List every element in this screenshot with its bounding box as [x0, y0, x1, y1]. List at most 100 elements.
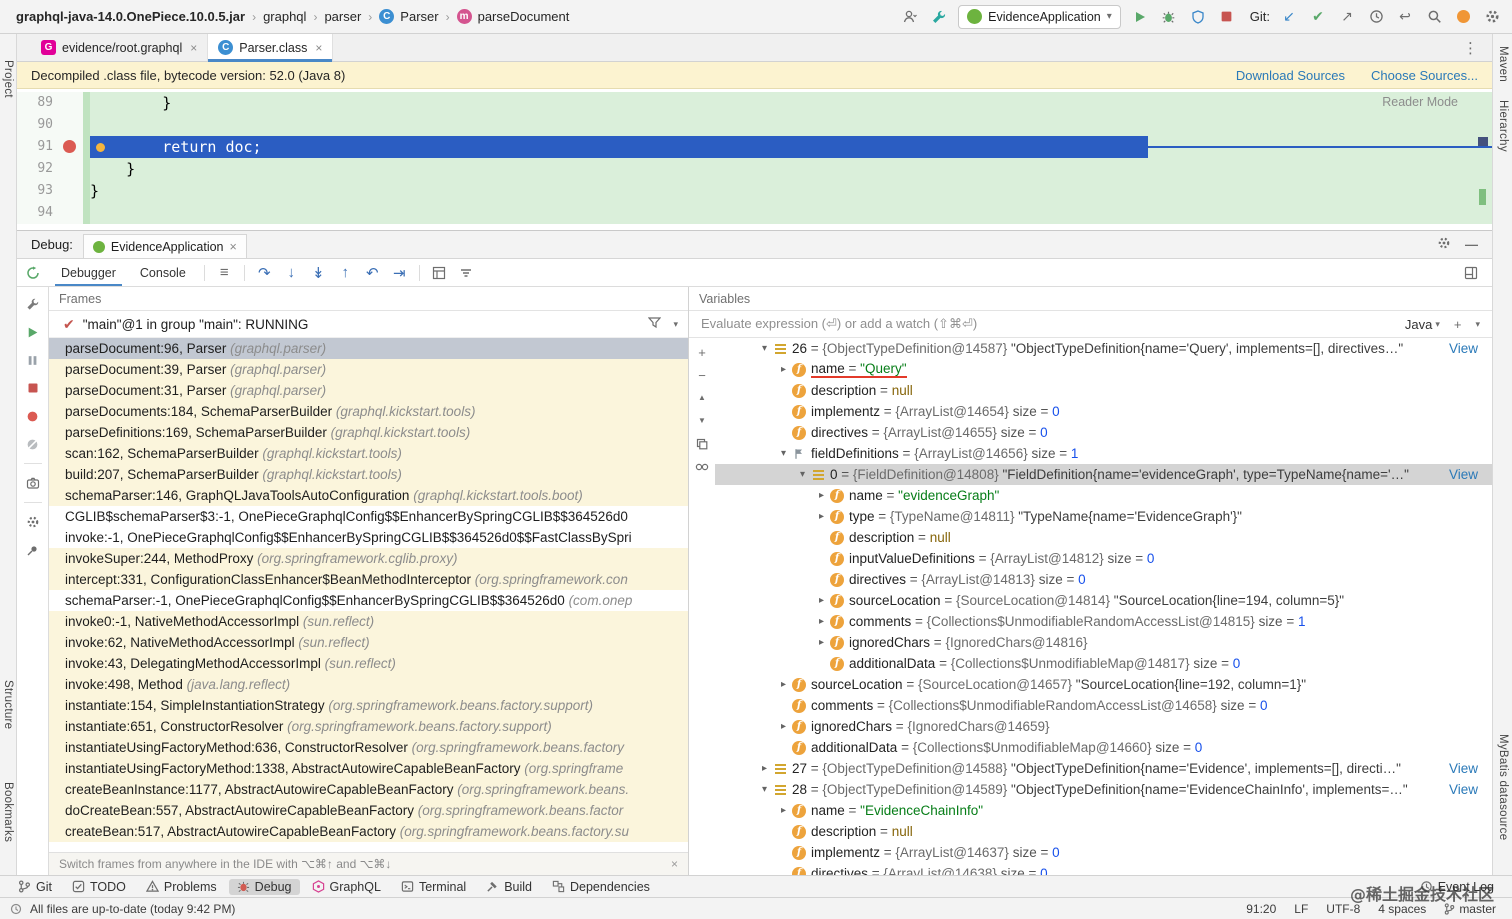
tab-parser-class[interactable]: C Parser.class ×: [208, 34, 334, 62]
settings-gear-icon[interactable]: [24, 513, 42, 531]
stack-frame-row[interactable]: instantiate:651, ConstructorResolver (or…: [49, 716, 688, 737]
stack-frame-row[interactable]: createBean:517, AbstractAutowireCapableB…: [49, 821, 688, 842]
code-text[interactable]: return doc;: [90, 136, 1492, 158]
view-link[interactable]: View: [1441, 341, 1492, 356]
variable-row[interactable]: ▸ f sourceLocation = {SourceLocation@14814…: [715, 590, 1492, 611]
trace-settings-icon[interactable]: [453, 262, 480, 284]
variable-row[interactable]: f inputValueDefinitions = {ArrayList@1481…: [715, 548, 1492, 569]
duplicate-icon[interactable]: [694, 437, 710, 451]
stack-frame-row[interactable]: parseDocuments:184, SchemaParserBuilder …: [49, 401, 688, 422]
view-breakpoints-icon[interactable]: [24, 407, 42, 425]
move-down-icon[interactable]: ▼: [694, 414, 710, 428]
scrollbar-thumb[interactable]: [1478, 137, 1488, 146]
step-over-icon[interactable]: ↷: [251, 262, 278, 284]
layout-settings-icon[interactable]: [1457, 262, 1484, 284]
toolwindow-maven[interactable]: Maven: [1497, 46, 1509, 82]
stack-frame-row[interactable]: doCreateBean:557, AbstractAutowireCapabl…: [49, 800, 688, 821]
stack-frame-row[interactable]: scan:162, SchemaParserBuilder (graphql.k…: [49, 443, 688, 464]
push-icon[interactable]: ↗: [1337, 7, 1357, 27]
variable-row[interactable]: f comments = {Collections$UnmodifiableRan…: [715, 695, 1492, 716]
code-text[interactable]: }: [90, 158, 1492, 180]
stack-frame-row[interactable]: createBeanInstance:1177, AbstractAutowir…: [49, 779, 688, 800]
code-editor[interactable]: 89 } 90 91 return doc; 92} 93} 94 Read…: [17, 89, 1492, 231]
variable-row[interactable]: ▸ f name = "evidenceGraph": [715, 485, 1492, 506]
run-to-cursor-icon[interactable]: ⇥: [386, 262, 413, 284]
gutter[interactable]: [57, 158, 83, 180]
stack-frame-row[interactable]: intercept:331, ConfigurationClassEnhance…: [49, 569, 688, 590]
gutter[interactable]: [57, 136, 83, 158]
toolwindow-problems[interactable]: Problems: [138, 879, 225, 895]
variable-row[interactable]: f additionalData = {Collections$Unmodifia…: [715, 653, 1492, 674]
chevron-collapsed-icon[interactable]: ▸: [814, 595, 829, 606]
variable-row[interactable]: f directives = {ArrayList@14638} size = 0: [715, 863, 1492, 875]
move-up-icon[interactable]: ▲: [694, 391, 710, 405]
toolwindow-structure[interactable]: Structure: [2, 680, 14, 729]
stack-frame-row[interactable]: parseDefinitions:169, SchemaParserBuilde…: [49, 422, 688, 443]
expand-icon[interactable]: ▾: [1475, 319, 1480, 330]
variable-row[interactable]: ▸ f ignoredChars = {IgnoredChars@14816}: [715, 632, 1492, 653]
wrench-icon[interactable]: [24, 295, 42, 313]
code-text[interactable]: [90, 114, 1492, 136]
variable-row[interactable]: ▾ 0 = {FieldDefinition@14808} "FieldDefin…: [715, 464, 1492, 485]
chevron-collapsed-icon[interactable]: ▸: [776, 679, 791, 690]
coverage-button[interactable]: [1188, 7, 1208, 27]
toolwindow-todo[interactable]: TODO: [64, 879, 134, 895]
breadcrumb-item-graphql[interactable]: graphql: [263, 9, 306, 24]
hide-panel-icon[interactable]: —: [1465, 237, 1478, 252]
variable-row[interactable]: ▾ fieldDefinitions = {ArrayList@14656} si…: [715, 443, 1492, 464]
choose-sources-link[interactable]: Choose Sources...: [1371, 68, 1478, 83]
variable-row[interactable]: f description = null: [715, 821, 1492, 842]
toolwindow-build[interactable]: Build: [478, 879, 540, 895]
mute-breakpoints-icon[interactable]: [24, 435, 42, 453]
gutter[interactable]: [57, 92, 83, 114]
variable-row[interactable]: f directives = {ArrayList@14655} size = 0: [715, 422, 1492, 443]
view-link[interactable]: View: [1441, 467, 1492, 482]
line-ending[interactable]: LF: [1294, 902, 1308, 916]
evaluate-expression-icon[interactable]: [426, 262, 453, 284]
stack-frame-row[interactable]: instantiateUsingFactoryMethod:636, Const…: [49, 737, 688, 758]
toolwindow-git[interactable]: Git: [10, 879, 60, 895]
stack-frame-row[interactable]: schemaParser:146, GraphQLJavaToolsAutoCo…: [49, 485, 688, 506]
gutter[interactable]: [57, 180, 83, 202]
stack-frame-row[interactable]: parseDocument:96, Parser (graphql.parser…: [49, 338, 688, 359]
toolwindow-graphql[interactable]: GraphQL: [304, 879, 389, 895]
stack-frame-row[interactable]: invoke:498, Method (java.lang.reflect): [49, 674, 688, 695]
close-icon[interactable]: ×: [315, 41, 322, 55]
download-sources-link[interactable]: Download Sources: [1236, 68, 1345, 83]
stack-frame-row[interactable]: invoke:43, DelegatingMethodAccessorImpl …: [49, 653, 688, 674]
variable-row[interactable]: ▸ f name = "Query": [715, 359, 1492, 380]
debug-session-tab[interactable]: EvidenceApplication ×: [82, 234, 247, 258]
stack-frame-row[interactable]: parseDocument:39, Parser (graphql.parser…: [49, 359, 688, 380]
stop-button[interactable]: [24, 379, 42, 397]
variable-row[interactable]: ▸ f type = {TypeName@14811} "TypeName{name…: [715, 506, 1492, 527]
pin-icon[interactable]: [24, 541, 42, 559]
chevron-collapsed-icon[interactable]: ▸: [776, 364, 791, 375]
remove-watch-icon[interactable]: −: [694, 368, 710, 382]
chevron-collapsed-icon[interactable]: ▸: [814, 616, 829, 627]
stack-frame-row[interactable]: invokeSuper:244, MethodProxy (org.spring…: [49, 548, 688, 569]
debug-button[interactable]: [1159, 7, 1179, 27]
layout-menu-icon[interactable]: ≡: [211, 262, 238, 284]
step-out-icon[interactable]: ↑: [332, 262, 359, 284]
notifications-icon[interactable]: [1453, 7, 1473, 27]
rollback-icon[interactable]: ↩: [1395, 7, 1415, 27]
toolwindow-terminal[interactable]: Terminal: [393, 879, 474, 895]
tab-root-graphql[interactable]: G evidence/root.graphql ×: [31, 34, 209, 61]
gear-icon[interactable]: [1482, 7, 1502, 27]
breadcrumb-item-parsedocument[interactable]: parseDocument: [478, 9, 570, 24]
run-button[interactable]: [1130, 7, 1150, 27]
view-link[interactable]: View: [1441, 761, 1492, 776]
step-into-icon[interactable]: ↓: [278, 262, 305, 284]
toolwindow-debug[interactable]: Debug: [228, 878, 300, 895]
run-config-selector[interactable]: EvidenceApplication ▾: [958, 4, 1121, 29]
close-icon[interactable]: ×: [671, 857, 678, 871]
wrench-icon[interactable]: [929, 7, 949, 27]
chevron-expanded-icon[interactable]: ▾: [757, 343, 772, 354]
view-link[interactable]: View: [1441, 782, 1492, 797]
breadcrumb-item-parser-pkg[interactable]: parser: [324, 9, 361, 24]
variable-row[interactable]: f directives = {ArrayList@14813} size = 0: [715, 569, 1492, 590]
chevron-collapsed-icon[interactable]: ▸: [814, 511, 829, 522]
stack-frame-row[interactable]: schemaParser:-1, OnePieceGraphqlConfig$$…: [49, 590, 688, 611]
chevron-expanded-icon[interactable]: ▾: [795, 469, 810, 480]
stack-frame-row[interactable]: instantiateUsingFactoryMethod:1338, Abst…: [49, 758, 688, 779]
